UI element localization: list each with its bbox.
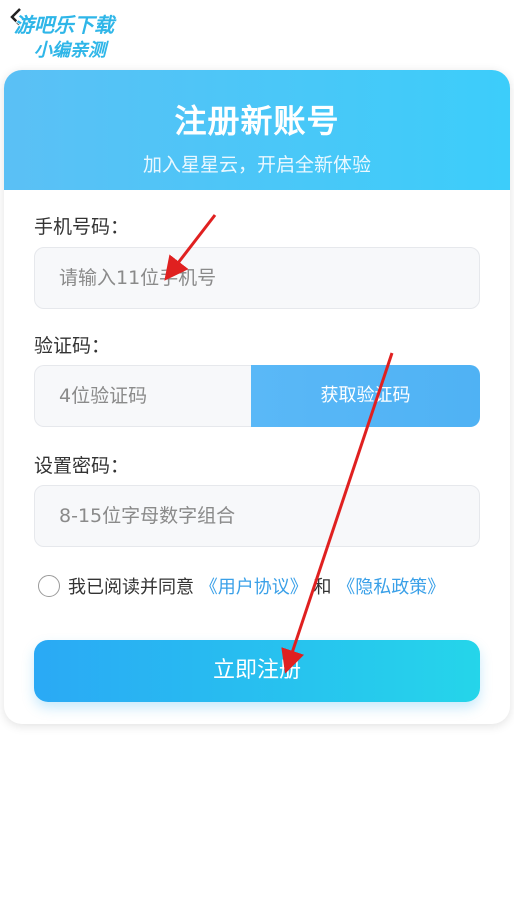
agree-radio[interactable] [38, 575, 60, 597]
password-label: 设置密码： [34, 455, 130, 477]
phone-label: 手机号码： [34, 216, 130, 238]
get-code-button[interactable]: 获取验证码 [251, 365, 480, 427]
code-label: 验证码： [34, 335, 111, 357]
agreement-row: 我已阅读并同意 《用户协议》 和 《隐私政策》 [38, 575, 488, 601]
chevron-left-icon [10, 8, 21, 26]
register-button[interactable]: 立即注册 [34, 640, 480, 702]
watermark-line1: 游吧乐下载 [14, 13, 117, 37]
verification-code-input[interactable] [34, 365, 264, 427]
privacy-policy-link[interactable]: 《隐私政策》 [337, 577, 445, 598]
watermark-logo: 游吧乐下载 小编亲测 [13, 12, 117, 62]
card-header: 注册新账号 加入星星云，开启全新体验 [4, 70, 510, 190]
register-card: 注册新账号 加入星星云，开启全新体验 手机号码： 验证码： 获取验证码 设置密码… [4, 70, 510, 724]
agreement-and: 和 [313, 577, 332, 598]
agreement-prefix: 我已阅读并同意 [68, 577, 194, 598]
verification-code-row: 获取验证码 [34, 365, 480, 427]
password-input[interactable] [34, 485, 480, 547]
page-title: 注册新账号 [174, 102, 340, 140]
watermark-line2: 小编亲测 [34, 40, 109, 61]
phone-input[interactable] [34, 247, 480, 309]
page-subtitle: 加入星星云，开启全新体验 [142, 154, 371, 176]
agreement-text: 我已阅读并同意 《用户协议》 和 《隐私政策》 [68, 575, 445, 601]
back-button[interactable] [6, 6, 28, 28]
user-agreement-link[interactable]: 《用户协议》 [200, 577, 308, 598]
